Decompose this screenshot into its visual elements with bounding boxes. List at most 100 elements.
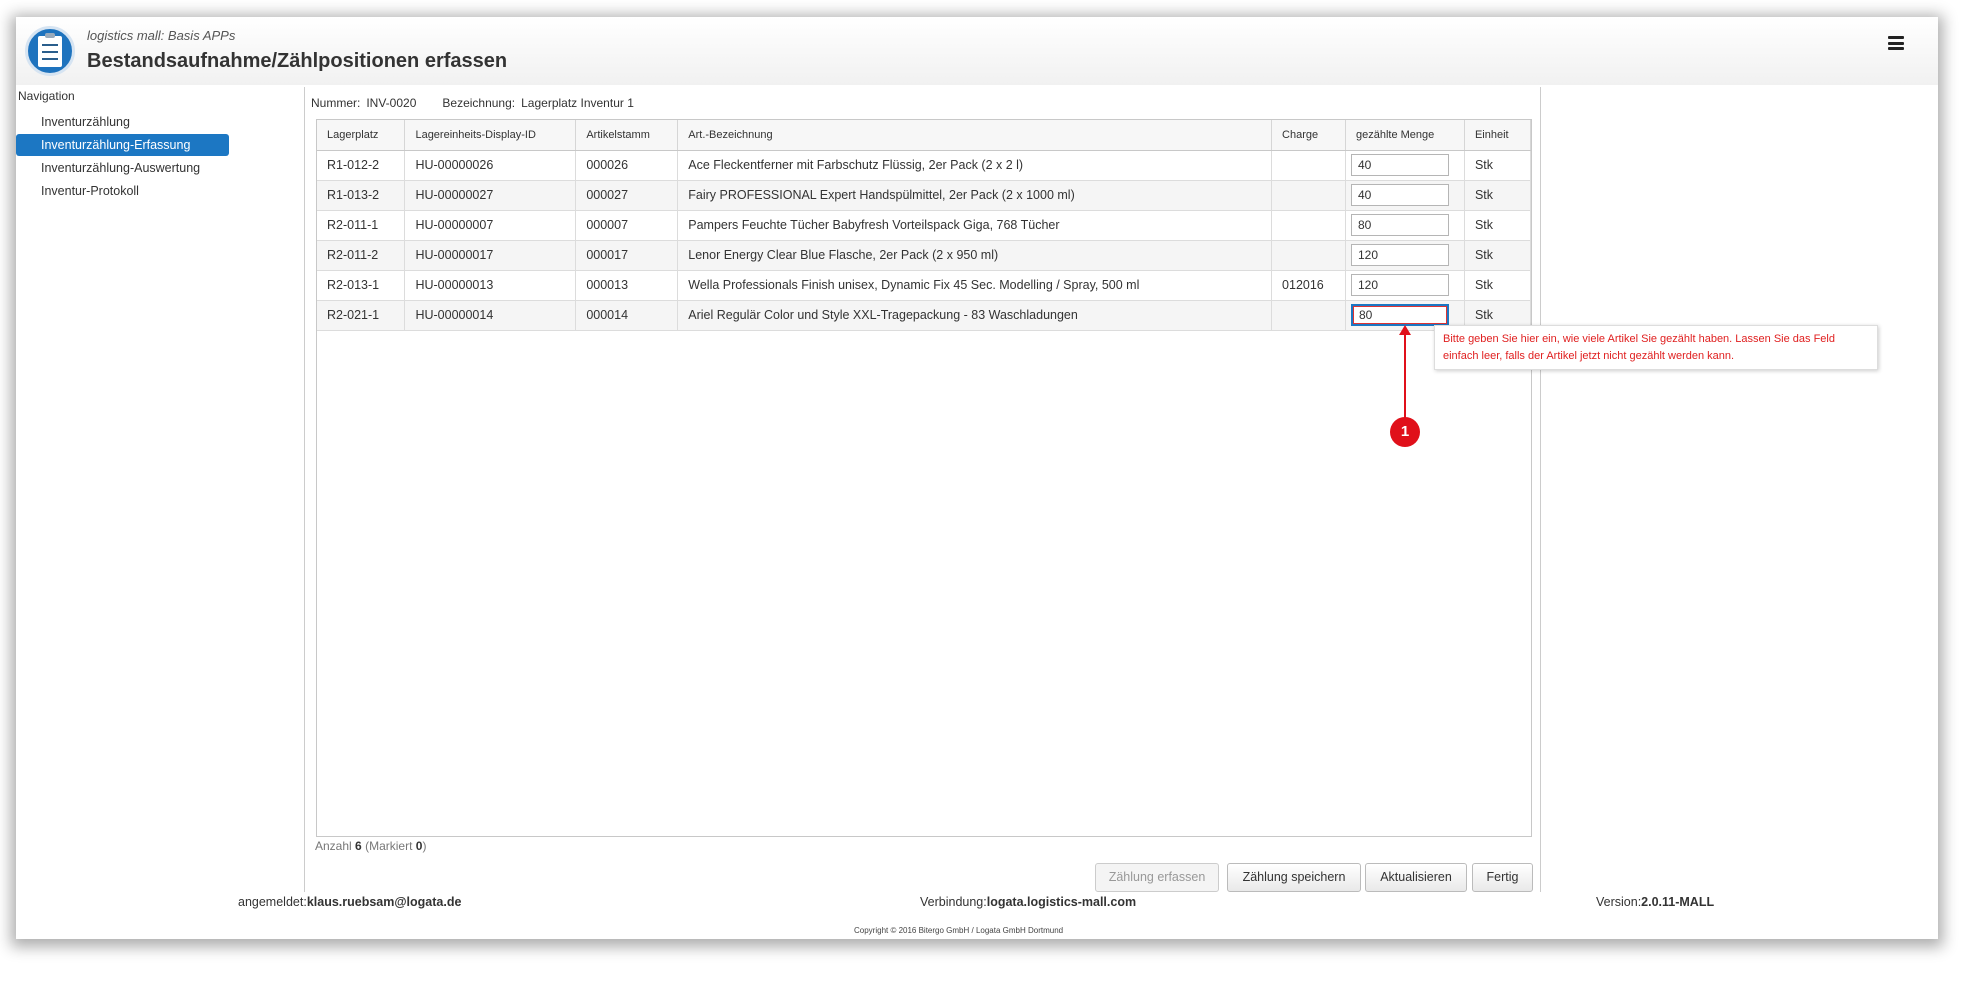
count-total: 6 xyxy=(355,839,362,853)
cell-charge xyxy=(1271,300,1346,331)
cell-menge xyxy=(1345,180,1465,211)
quantity-input[interactable] xyxy=(1351,214,1449,236)
nummer-value: INV-0020 xyxy=(366,96,417,110)
cell-lagerplatz: R1-012-2 xyxy=(317,150,406,181)
count-label: Anzahl xyxy=(315,839,352,853)
footer-version: Version:2.0.11-MALL xyxy=(1596,895,1714,909)
cell-lhid: HU-00000013 xyxy=(404,270,577,301)
cell-lagerplatz: R2-011-2 xyxy=(317,240,406,271)
zaehlung-erfassen-button[interactable]: Zählung erfassen xyxy=(1095,863,1219,892)
quantity-tooltip: Bitte geben Sie hier ein, wie viele Arti… xyxy=(1434,325,1878,370)
record-count: Anzahl 6 (Markiert 0) xyxy=(315,839,426,853)
cell-artikel: 000007 xyxy=(575,210,679,241)
quantity-input[interactable] xyxy=(1351,154,1449,176)
zaehlung-speichern-button[interactable]: Zählung speichern xyxy=(1227,863,1361,892)
cell-artikel: 000013 xyxy=(575,270,679,301)
cell-einheit: Stk xyxy=(1464,150,1532,181)
nummer-label: Nummer: xyxy=(311,96,361,110)
table-row[interactable]: R2-013-1 HU-00000013 000013 Wella Profes… xyxy=(317,270,1532,301)
sidebar-item-inventur-protokoll[interactable]: Inventur-Protokoll xyxy=(16,180,229,202)
cell-lhid: HU-00000007 xyxy=(404,210,577,241)
cell-einheit: Stk xyxy=(1464,270,1532,301)
cell-artikel: 000027 xyxy=(575,180,679,211)
app-window: logistics mall: Basis APPs Bestandsaufna… xyxy=(16,17,1938,939)
cell-menge xyxy=(1345,240,1465,271)
quantity-input[interactable] xyxy=(1351,244,1449,266)
cell-lagerplatz: R2-021-1 xyxy=(317,300,406,331)
callout-marker: 1 xyxy=(1390,417,1420,447)
page-title: Bestandsaufnahme/Zählpositionen erfassen xyxy=(87,50,508,72)
count-suffix: ) xyxy=(422,839,427,853)
cell-einheit: Stk xyxy=(1464,210,1532,241)
footer-connection: Verbindung:logata.logistics-mall.com xyxy=(920,895,1136,909)
table-row[interactable]: R1-012-2 HU-00000026 000026 Ace Fleckent… xyxy=(317,150,1532,181)
aktualisieren-button[interactable]: Aktualisieren xyxy=(1365,863,1467,892)
cell-lhid: HU-00000017 xyxy=(404,240,577,271)
cell-bezeichnung: Lenor Energy Clear Blue Flasche, 2er Pac… xyxy=(677,240,1273,271)
clipboard-checklist-icon xyxy=(25,26,75,76)
cell-menge xyxy=(1345,270,1465,301)
cell-charge: 012016 xyxy=(1271,270,1346,301)
bezeichnung-label: Bezeichnung: xyxy=(442,96,516,110)
sidebar-item-inventurzaehlung-auswertung[interactable]: Inventurzählung-Auswertung xyxy=(16,157,229,179)
table-row[interactable]: R1-013-2 HU-00000027 000027 Fairy PROFES… xyxy=(317,180,1532,211)
cell-bezeichnung: Ariel Regulär Color und Style XXL-Tragep… xyxy=(677,300,1273,331)
marked-label: (Markiert xyxy=(365,839,413,853)
divider xyxy=(1540,87,1541,892)
sidebar-item-inventurzaehlung-erfassung[interactable]: Inventurzählung-Erfassung xyxy=(16,134,229,156)
cell-bezeichnung: Ace Fleckentferner mit Farbschutz Flüssi… xyxy=(677,150,1273,181)
column-header-artikelstamm[interactable]: Artikelstamm xyxy=(575,120,679,151)
cell-bezeichnung: Wella Professionals Finish unisex, Dynam… xyxy=(677,270,1273,301)
connection-label: Verbindung: xyxy=(920,895,987,909)
table-header-row: Lagerplatz Lagereinheits-Display-ID Arti… xyxy=(317,120,1532,151)
copyright: Copyright © 2016 Bitergo GmbH / Logata G… xyxy=(854,926,1064,935)
inventory-meta: Nummer: INV-0020 Bezeichnung: Lagerplatz In… xyxy=(311,96,640,110)
version-label: Version: xyxy=(1596,895,1642,909)
column-header-lagereinheit[interactable]: Lagereinheits-Display-ID xyxy=(404,120,577,151)
cell-lagerplatz: R2-011-1 xyxy=(317,210,406,241)
column-header-gezaehlte-menge[interactable]: gezählte Menge xyxy=(1345,120,1465,151)
cell-bezeichnung: Pampers Feuchte Tücher Babyfresh Vorteil… xyxy=(677,210,1273,241)
cell-artikel: 000014 xyxy=(575,300,679,331)
table-row[interactable]: R2-011-1 HU-00000007 000007 Pampers Feuc… xyxy=(317,210,1532,241)
column-header-bezeichnung[interactable]: Art.-Bezeichnung xyxy=(677,120,1273,151)
sidebar-navigation: Navigation Inventurzählung Inventurzählu… xyxy=(16,87,230,203)
cell-charge xyxy=(1271,150,1346,181)
cell-artikel: 000026 xyxy=(575,150,679,181)
cell-artikel: 000017 xyxy=(575,240,679,271)
app-header: logistics mall: Basis APPs Bestandsaufna… xyxy=(16,17,1938,85)
cell-lhid: HU-00000014 xyxy=(404,300,577,331)
table-row[interactable]: R2-021-1 HU-00000014 000014 Ariel Regulä… xyxy=(317,300,1532,331)
connection-value: logata.logistics-mall.com xyxy=(986,895,1137,909)
callout-line xyxy=(1404,332,1406,422)
quantity-input[interactable] xyxy=(1351,184,1449,206)
version-value: 2.0.11-MALL xyxy=(1641,895,1715,909)
footer-user: angemeldet:klaus.ruebsam@logata.de xyxy=(238,895,461,909)
cell-charge xyxy=(1271,180,1346,211)
cell-menge xyxy=(1345,150,1465,181)
cell-bezeichnung: Fairy PROFESSIONAL Expert Handspülmittel… xyxy=(677,180,1273,211)
user-label: angemeldet: xyxy=(238,895,307,909)
column-header-einheit[interactable]: Einheit xyxy=(1464,120,1532,151)
divider xyxy=(304,87,305,892)
cell-charge xyxy=(1271,240,1346,271)
cell-menge xyxy=(1345,210,1465,241)
cell-lagerplatz: R1-013-2 xyxy=(317,180,406,211)
cell-lhid: HU-00000026 xyxy=(404,150,577,181)
column-header-lagerplatz[interactable]: Lagerplatz xyxy=(317,120,406,151)
table-row[interactable]: R2-011-2 HU-00000017 000017 Lenor Energy… xyxy=(317,240,1532,271)
cell-einheit: Stk xyxy=(1464,240,1532,271)
sidebar-item-inventurzaehlung[interactable]: Inventurzählung xyxy=(16,111,229,133)
quantity-input[interactable] xyxy=(1351,274,1449,296)
cell-lhid: HU-00000027 xyxy=(404,180,577,211)
user-value: klaus.ruebsam@logata.de xyxy=(306,895,462,909)
hamburger-menu-icon[interactable] xyxy=(1888,36,1904,50)
quantity-input-focused[interactable] xyxy=(1351,304,1449,326)
fertig-button[interactable]: Fertig xyxy=(1472,863,1533,892)
cell-lagerplatz: R2-013-1 xyxy=(317,270,406,301)
app-subtitle: logistics mall: Basis APPs xyxy=(87,28,236,43)
bezeichnung-value: Lagerplatz Inventur 1 xyxy=(521,96,634,110)
column-header-charge[interactable]: Charge xyxy=(1271,120,1346,151)
cell-einheit: Stk xyxy=(1464,180,1532,211)
cell-charge xyxy=(1271,210,1346,241)
